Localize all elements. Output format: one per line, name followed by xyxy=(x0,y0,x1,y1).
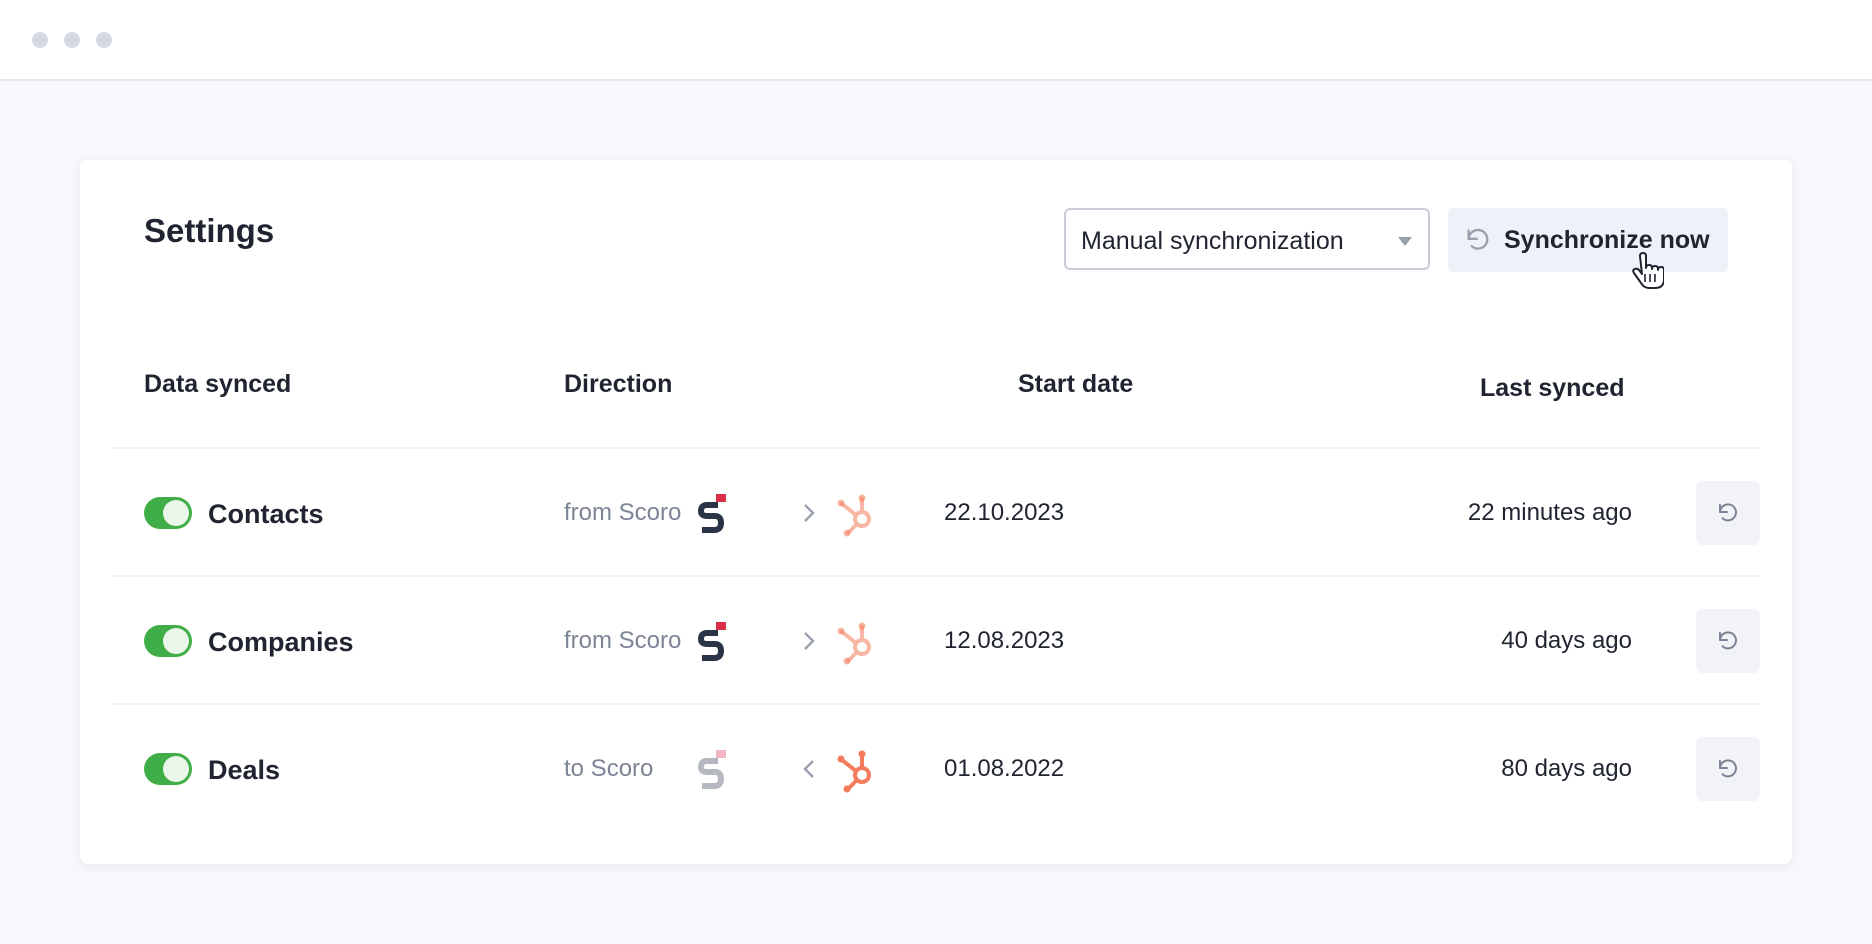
sync-toggle[interactable] xyxy=(144,625,192,657)
window-maximize-dot[interactable] xyxy=(96,32,112,48)
row-last-synced: 40 days ago xyxy=(1501,627,1632,654)
row-sync-button[interactable] xyxy=(1696,737,1760,801)
toggle-knob xyxy=(163,628,189,654)
synchronize-now-button[interactable]: Synchronize now xyxy=(1448,208,1728,272)
toggle-knob xyxy=(163,500,189,526)
chevron-right-icon xyxy=(804,632,815,650)
table-row: Companies from Scoro 12.08.2023 40 days … xyxy=(112,575,1760,705)
header-last-synced: Last synced xyxy=(1480,374,1625,402)
table-row: Deals to Scoro 01.08.2022 80 days ago xyxy=(112,703,1760,833)
window-minimize-dot[interactable] xyxy=(64,32,80,48)
hubspot-logo-icon xyxy=(837,750,871,793)
refresh-icon xyxy=(1467,228,1489,250)
page-title: Settings xyxy=(144,212,275,249)
header-direction: Direction xyxy=(564,370,673,398)
refresh-icon xyxy=(1719,631,1737,650)
sync-toggle[interactable] xyxy=(144,753,192,785)
row-last-synced: 22 minutes ago xyxy=(1467,499,1632,526)
row-name: Contacts xyxy=(208,499,324,529)
sync-mode-value: Manual synchronization xyxy=(1081,227,1344,255)
row-name: Companies xyxy=(208,627,354,657)
row-direction: to Scoro xyxy=(564,755,654,782)
header-data-synced: Data synced xyxy=(144,370,292,398)
header-start-date: Start date xyxy=(1018,370,1134,398)
hubspot-logo-icon xyxy=(837,494,871,537)
row-start-date: 22.10.2023 xyxy=(944,499,1065,526)
chevron-left-icon xyxy=(803,760,814,778)
hubspot-logo-icon xyxy=(837,622,871,665)
row-last-synced: 80 days ago xyxy=(1501,755,1632,782)
row-direction: from Scoro xyxy=(564,499,682,526)
hand-pointer-icon xyxy=(1632,252,1664,289)
row-start-date: 12.08.2023 xyxy=(944,627,1065,654)
window-titlebar xyxy=(0,0,1872,81)
row-sync-button[interactable] xyxy=(1696,481,1760,545)
scoro-logo-icon xyxy=(697,494,726,533)
refresh-icon xyxy=(1719,503,1737,522)
settings-card: Settings Manual synchronization Synchron… xyxy=(80,160,1792,864)
toggle-knob xyxy=(163,756,189,782)
row-start-date: 01.08.2022 xyxy=(944,755,1065,782)
scoro-logo-icon xyxy=(697,622,726,661)
chevron-down-icon xyxy=(1398,237,1412,246)
sync-mode-select[interactable]: Manual synchronization xyxy=(1064,208,1430,270)
row-name: Deals xyxy=(208,755,281,785)
refresh-icon xyxy=(1719,759,1737,778)
sync-toggle[interactable] xyxy=(144,497,192,529)
row-sync-button[interactable] xyxy=(1696,609,1760,673)
row-direction: from Scoro xyxy=(564,627,682,654)
synchronize-now-label: Synchronize now xyxy=(1504,226,1710,254)
table-row: Contacts from Scoro 22.10.2023 22 minute… xyxy=(112,447,1760,577)
window-close-dot[interactable] xyxy=(32,32,48,48)
scoro-logo-icon xyxy=(697,750,726,789)
chevron-right-icon xyxy=(804,504,815,522)
